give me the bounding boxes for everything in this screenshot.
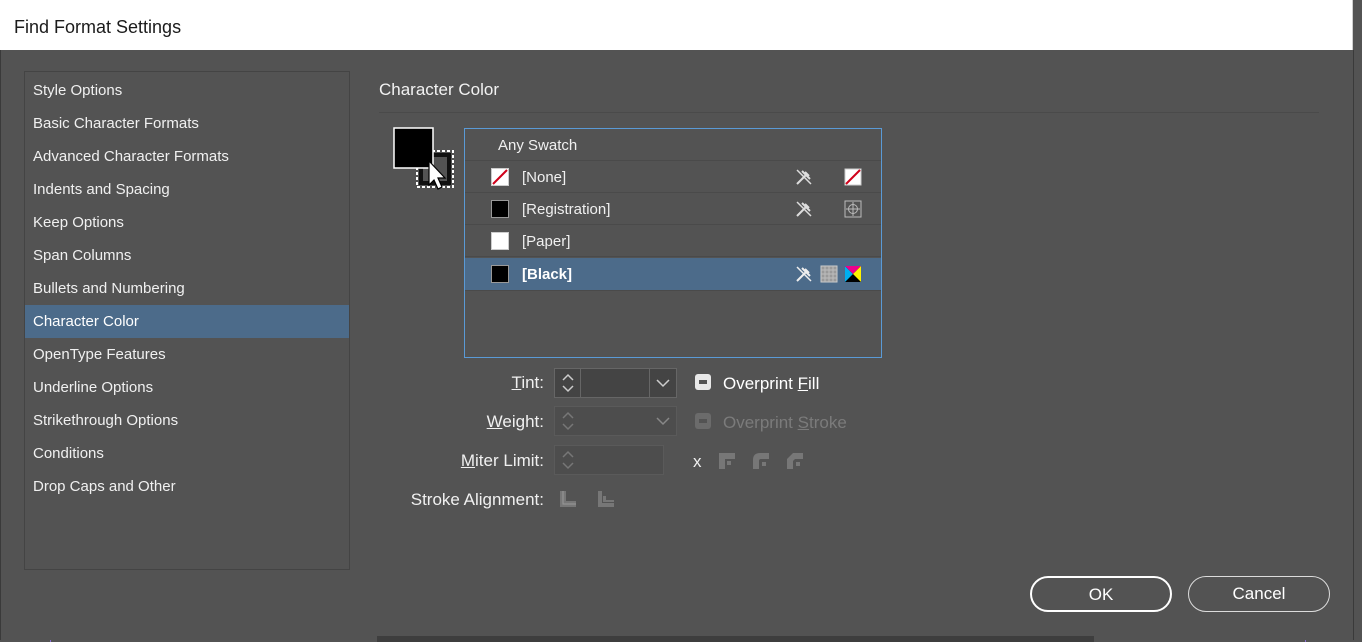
cannot-edit-icon xyxy=(795,168,813,186)
miter-join-icon[interactable] xyxy=(718,452,736,470)
cannot-edit-icon xyxy=(795,265,813,283)
chevron-down-icon[interactable] xyxy=(649,369,676,397)
chevron-down-icon[interactable] xyxy=(650,407,676,435)
cancel-button[interactable]: Cancel xyxy=(1188,576,1330,612)
sidebar-item-conditions[interactable]: Conditions xyxy=(25,437,349,470)
miter-x-label: x xyxy=(693,452,702,471)
overprint-fill-label[interactable]: Overprint Fill xyxy=(723,374,819,394)
paper-swatch-chip xyxy=(491,232,509,250)
swatch-name: [None] xyxy=(522,169,567,186)
tint-label: Tint: xyxy=(511,373,544,392)
section-divider xyxy=(379,112,1319,113)
sidebar-item-bullets-and-numbering[interactable]: Bullets and Numbering xyxy=(25,272,349,305)
bevel-join-icon[interactable] xyxy=(786,452,804,470)
swatch-list[interactable]: Any Swatch [None] [Registration] [Paper]… xyxy=(464,128,882,358)
find-format-settings-dialog: Find Format Settings Style Options Basic… xyxy=(0,0,1362,642)
sidebar-item-indents-and-spacing[interactable]: Indents and Spacing xyxy=(25,173,349,206)
weight-stepper[interactable] xyxy=(555,407,581,435)
cannot-edit-icon xyxy=(795,200,813,218)
registration-swatch-chip xyxy=(491,200,509,218)
category-list[interactable]: Style Options Basic Character Formats Ad… xyxy=(24,71,350,570)
sidebar-item-strikethrough-options[interactable]: Strikethrough Options xyxy=(25,404,349,437)
ok-button[interactable]: OK xyxy=(1030,576,1172,612)
title-bar[interactable]: Find Format Settings xyxy=(0,0,1353,50)
swatch-name: [Paper] xyxy=(522,233,571,250)
registration-color-icon xyxy=(844,200,862,218)
sidebar-item-span-columns[interactable]: Span Columns xyxy=(25,239,349,272)
swatch-name: [Registration] xyxy=(522,201,611,218)
tint-stepper[interactable] xyxy=(555,369,581,397)
swatch-name: Any Swatch xyxy=(498,137,578,154)
miter-limit-stepper[interactable] xyxy=(555,446,581,474)
none-color-icon xyxy=(844,168,862,186)
align-stroke-inside-icon[interactable] xyxy=(597,490,615,508)
none-swatch-chip xyxy=(491,168,509,186)
swatch-row-any[interactable]: Any Swatch xyxy=(465,129,881,161)
sidebar-item-drop-caps-and-other[interactable]: Drop Caps and Other xyxy=(25,470,349,503)
sidebar-item-keep-options[interactable]: Keep Options xyxy=(25,206,349,239)
background-strip xyxy=(377,636,1094,642)
black-swatch-chip xyxy=(491,265,509,283)
weight-field[interactable] xyxy=(554,406,677,436)
miter-limit-label: Miter Limit: xyxy=(460,451,544,470)
overprint-stroke-label[interactable]: Overprint Stroke xyxy=(723,413,847,433)
dialog-title: Find Format Settings xyxy=(14,17,182,37)
swatch-row-none[interactable]: [None] xyxy=(465,161,881,193)
tint-field[interactable] xyxy=(554,368,677,398)
sidebar-item-underline-options[interactable]: Underline Options xyxy=(25,371,349,404)
swatch-name: [Black] xyxy=(522,266,573,283)
process-color-icon xyxy=(820,265,838,283)
overprint-fill-checkbox[interactable] xyxy=(695,374,711,390)
align-stroke-center-icon[interactable] xyxy=(559,490,577,508)
stroke-alignment-label: Stroke Alignment: xyxy=(410,490,544,509)
swatch-row-registration[interactable]: [Registration] xyxy=(465,193,881,225)
fill-stroke-proxy-icon[interactable] xyxy=(393,127,455,191)
weight-label: Weight: xyxy=(486,412,544,431)
cmyk-icon xyxy=(844,265,862,283)
sidebar-item-basic-character-formats[interactable]: Basic Character Formats xyxy=(25,107,349,140)
sidebar-item-advanced-character-formats[interactable]: Advanced Character Formats xyxy=(25,140,349,173)
section-title: Character Color xyxy=(379,80,499,99)
overprint-stroke-checkbox[interactable] xyxy=(695,413,711,429)
swatch-row-black[interactable]: [Black] xyxy=(465,258,881,291)
sidebar-item-style-options[interactable]: Style Options xyxy=(25,74,349,107)
miter-limit-field[interactable] xyxy=(554,445,664,475)
swatch-row-paper[interactable]: [Paper] xyxy=(465,225,881,257)
sidebar-item-opentype-features[interactable]: OpenType Features xyxy=(25,338,349,371)
round-join-icon[interactable] xyxy=(752,452,770,470)
sidebar-item-character-color[interactable]: Character Color xyxy=(25,305,349,338)
